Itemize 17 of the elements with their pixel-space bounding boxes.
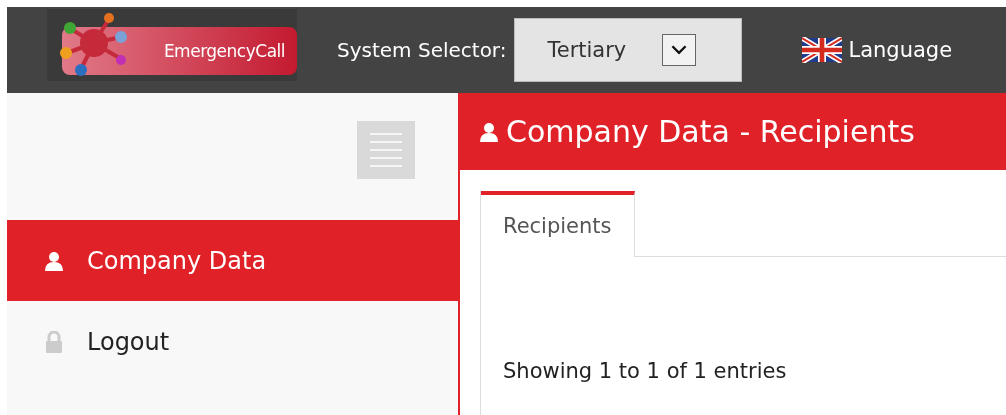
entries-info: Showing 1 to 1 of 1 entries	[503, 359, 788, 383]
sidebar-item-label: Company Data	[87, 246, 267, 275]
sidebar-item-label: Logout	[87, 327, 170, 356]
caret-icon	[662, 34, 697, 66]
molecule-logo-icon	[59, 11, 129, 77]
sidebar-item[interactable]: Logout	[7, 301, 458, 382]
language-link[interactable]: Language	[848, 38, 953, 62]
tab[interactable]: Recipients	[481, 191, 635, 257]
user-icon	[45, 250, 63, 271]
sidebar-item[interactable]: Company Data	[7, 220, 458, 301]
page-title: Company Data - Recipients	[506, 114, 915, 149]
system-selector-dropdown[interactable]: Tertiary	[514, 18, 743, 82]
menu-button[interactable]	[357, 121, 415, 179]
system-selector-label: System Selector:	[337, 38, 507, 62]
user-icon	[480, 121, 498, 142]
flag-icon	[802, 37, 843, 63]
lock-icon	[45, 330, 63, 353]
